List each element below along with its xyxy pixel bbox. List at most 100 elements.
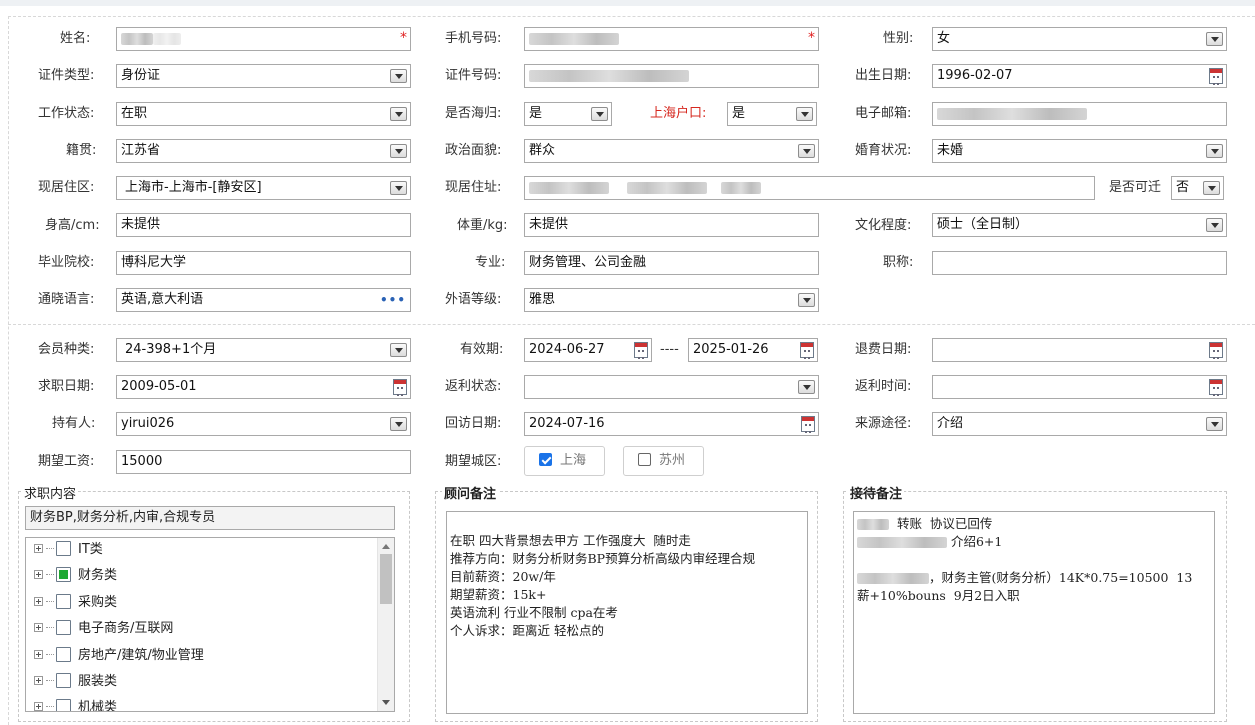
checkbox[interactable] [56, 647, 71, 662]
chevron-down-icon[interactable] [390, 181, 407, 195]
expected-salary-field[interactable]: 15000 [116, 450, 411, 474]
chevron-down-icon[interactable] [390, 144, 407, 158]
id-type-select[interactable]: 身份证 [116, 64, 411, 88]
major-field[interactable]: 财务管理、公司金融 [524, 251, 819, 275]
chevron-down-icon[interactable] [390, 69, 407, 83]
chevron-down-icon[interactable] [591, 107, 608, 121]
chevron-down-icon[interactable] [798, 293, 815, 307]
political-select[interactable]: 群众 [524, 139, 819, 163]
tree-item[interactable]: IT类 [34, 540, 103, 560]
scroll-thumb[interactable] [380, 554, 392, 604]
redacted-value [121, 32, 153, 45]
visit-date-field[interactable]: 2024-07-16 [524, 412, 819, 436]
foreign-level-select[interactable]: 雅思 [524, 288, 819, 312]
job-seek-date-field[interactable]: 2009-05-01 [116, 375, 411, 399]
gender-select[interactable]: 女 [932, 27, 1227, 51]
more-icon[interactable]: ••• [380, 289, 406, 311]
residence-area-select[interactable]: 上海市-上海市-[静安区] [116, 176, 411, 200]
source-select[interactable]: 介绍 [932, 412, 1227, 436]
school-field[interactable]: 博科尼大学 [116, 251, 411, 275]
name-field[interactable]: * [116, 27, 411, 51]
job-category-tree[interactable]: IT类 财务类 采购类 电子商务/互联网 房地产/建筑/物业管理 服装类 机械类 [25, 537, 395, 712]
refund-date-field[interactable] [932, 338, 1227, 362]
rebate-time-field[interactable] [932, 375, 1227, 399]
calendar-icon[interactable] [801, 416, 815, 433]
birth-date-field[interactable]: 1996-02-07 [932, 64, 1227, 88]
job-seek-date-label: 求职日期: [38, 379, 95, 394]
checkbox[interactable] [56, 620, 71, 635]
tree-item[interactable]: 机械类 [34, 698, 117, 711]
chevron-down-icon[interactable] [798, 380, 815, 394]
expand-icon[interactable] [34, 597, 43, 606]
chevron-down-icon[interactable] [1203, 181, 1220, 195]
height-field[interactable]: 未提供 [116, 213, 411, 237]
hukou-select[interactable]: 是 [727, 102, 817, 126]
member-type-select[interactable]: 24-398+1个月 [116, 338, 411, 362]
note-line [450, 514, 804, 532]
chevron-down-icon[interactable] [1206, 32, 1223, 46]
tree-item[interactable]: 房地产/建筑/物业管理 [34, 646, 204, 666]
address-field[interactable] [524, 176, 1095, 200]
chevron-down-icon[interactable] [390, 417, 407, 431]
id-number-field[interactable] [524, 64, 819, 88]
reception-notes-textarea[interactable]: 转账 协议已回传 介绍6+1 ，财务主管(财务分析）14K*0.75=10500… [853, 511, 1215, 714]
chevron-down-icon[interactable] [1206, 218, 1223, 232]
tree-item[interactable]: 服装类 [34, 672, 117, 692]
title-field[interactable] [932, 251, 1227, 275]
chevron-down-icon[interactable] [390, 343, 407, 357]
relocatable-select[interactable]: 否 [1171, 176, 1224, 200]
native-place-select[interactable]: 江苏省 [116, 139, 411, 163]
chevron-down-icon[interactable] [1206, 417, 1223, 431]
chevron-down-icon[interactable] [1206, 144, 1223, 158]
expand-icon[interactable] [34, 623, 43, 632]
scroll-down-icon[interactable] [382, 700, 390, 705]
validity-end-field[interactable]: 2025-01-26 [688, 338, 818, 362]
checkbox-unchecked[interactable] [638, 453, 651, 466]
tree-item[interactable]: 财务类 [34, 566, 117, 586]
scrollbar[interactable] [377, 538, 394, 711]
work-status-label: 工作状态: [38, 106, 95, 121]
chevron-down-icon[interactable] [798, 144, 815, 158]
checkbox[interactable] [56, 673, 71, 688]
holder-select[interactable]: yirui026 [116, 412, 411, 436]
work-status-select[interactable]: 在职 [116, 102, 411, 126]
city-option-shanghai[interactable]: 上海 [524, 446, 605, 476]
job-content-selected[interactable]: 财务BP,财务分析,内审,合规专员 [25, 506, 395, 530]
expand-icon[interactable] [34, 570, 43, 579]
calendar-icon[interactable] [393, 379, 407, 396]
calendar-icon[interactable] [1209, 342, 1223, 359]
calendar-icon[interactable] [634, 342, 648, 359]
checkbox-checked[interactable] [539, 453, 552, 466]
email-field[interactable] [932, 102, 1227, 126]
chevron-down-icon[interactable] [796, 107, 813, 121]
calendar-icon[interactable] [800, 342, 814, 359]
checkbox[interactable] [56, 541, 71, 556]
validity-start-field[interactable]: 2024-06-27 [524, 338, 652, 362]
relocatable-label: 是否可迁 [1109, 180, 1162, 195]
rebate-status-select[interactable] [524, 375, 819, 399]
tree-item[interactable]: 电子商务/互联网 [34, 619, 173, 639]
calendar-icon[interactable] [1209, 68, 1223, 85]
expand-icon[interactable] [34, 544, 43, 553]
rebate-status-label: 返利状态: [445, 379, 502, 394]
checkbox[interactable] [56, 594, 71, 609]
city-option-suzhou[interactable]: 苏州 [623, 446, 704, 476]
note-line: 推荐方向：财务分析财务BP预算分析高级内审经理合规 [450, 551, 756, 566]
tree-item[interactable]: 采购类 [34, 593, 117, 613]
checkbox[interactable] [56, 699, 71, 711]
calendar-icon[interactable] [1209, 379, 1223, 396]
scroll-up-icon[interactable] [382, 544, 390, 549]
expand-icon[interactable] [34, 676, 43, 685]
education-select[interactable]: 硕士（全日制） [932, 213, 1227, 237]
marital-select[interactable]: 未婚 [932, 139, 1227, 163]
consultant-notes-textarea[interactable]: 在职 四大背景想去甲方 工作强度大 随时走 推荐方向：财务分析财务BP预算分析高… [446, 511, 808, 714]
weight-field[interactable]: 未提供 [524, 213, 819, 237]
chevron-down-icon[interactable] [390, 107, 407, 121]
expand-icon[interactable] [34, 702, 43, 711]
expand-icon[interactable] [34, 650, 43, 659]
checkbox-partial[interactable] [56, 567, 71, 582]
phone-field[interactable]: * [524, 27, 819, 51]
note-line: 期望薪资：15k+ [450, 587, 547, 602]
returnee-select[interactable]: 是 [524, 102, 612, 126]
languages-field[interactable]: 英语,意大利语 ••• [116, 288, 411, 312]
